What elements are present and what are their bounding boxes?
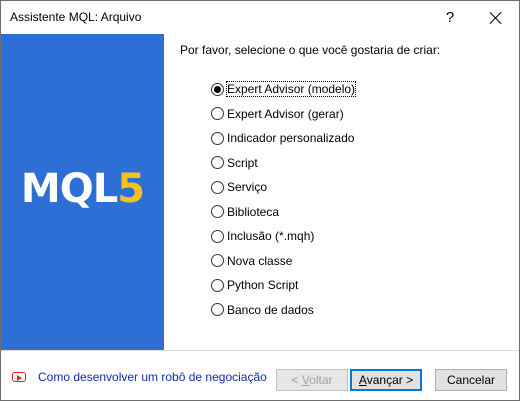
youtube-play-icon [12, 372, 26, 382]
logo-text: MQL [20, 166, 118, 212]
tutorial-link[interactable]: Como desenvolver um robô de negociação [12, 370, 267, 384]
wizard-content: Por favor, selecione o que você gostaria… [164, 34, 519, 350]
help-icon: ? [445, 9, 455, 26]
mql5-banner: MQL 5 [1, 34, 164, 350]
option-new-class[interactable]: Nova classe [211, 252, 411, 270]
next-button-label: Avançar > [359, 373, 413, 387]
next-mnemonic: A [358, 373, 367, 387]
option-label: Banco de dados [227, 302, 314, 317]
radio-button[interactable] [211, 205, 224, 218]
back-button[interactable]: < Voltar [276, 369, 348, 391]
radio-button[interactable] [211, 180, 224, 194]
close-icon [490, 12, 502, 24]
cancel-button-label: Cancelar [446, 373, 496, 387]
next-suffix: vançar > [366, 373, 414, 387]
option-label: Expert Advisor (gerar) [227, 106, 344, 121]
mql5-logo: MQL 5 [20, 166, 145, 212]
radio-button[interactable] [211, 229, 224, 243]
option-label: Inclusão (*.mqh) [227, 229, 315, 243]
option-label: Expert Advisor (modelo) [225, 81, 357, 97]
radio-button[interactable] [211, 278, 224, 292]
option-label: Serviço [227, 180, 268, 194]
option-label: Nova classe [227, 253, 293, 268]
footer-divider [1, 350, 519, 351]
option-database[interactable]: Banco de dados [211, 301, 411, 319]
radio-button-selected[interactable] [211, 82, 224, 96]
next-button[interactable]: Avançar > [350, 369, 422, 391]
option-python-script[interactable]: Python Script [211, 276, 411, 294]
option-expert-advisor-generate[interactable]: Expert Advisor (gerar) [211, 105, 411, 123]
option-service[interactable]: Serviço [211, 178, 411, 196]
mql-wizard-dialog: Assistente MQL: Arquivo ? MQL 5 Por favor… [0, 0, 520, 401]
radio-button[interactable] [211, 156, 224, 169]
title-bar[interactable]: Assistente MQL: Arquivo ? [1, 1, 519, 34]
option-expert-advisor-template[interactable]: Expert Advisor (modelo) [211, 80, 411, 98]
radio-button[interactable] [211, 254, 224, 267]
radio-button[interactable] [211, 131, 224, 145]
option-script[interactable]: Script [211, 154, 411, 172]
option-library[interactable]: Biblioteca [211, 203, 411, 221]
window-title: Assistente MQL: Arquivo [10, 10, 142, 24]
prompt-text: Por favor, selecione o que você gostaria… [180, 43, 441, 57]
option-include-file[interactable]: Inclusão (*.mqh) [211, 227, 411, 245]
cancel-button[interactable]: Cancelar [435, 369, 507, 391]
back-button-label: < Voltar [291, 373, 332, 387]
radio-button[interactable] [211, 107, 224, 120]
option-label: Python Script [227, 278, 299, 292]
radio-button[interactable] [211, 303, 224, 316]
close-button[interactable] [473, 1, 519, 34]
option-custom-indicator[interactable]: Indicador personalizado [211, 129, 411, 147]
logo-number: 5 [117, 166, 145, 212]
back-suffix: oltar [309, 373, 333, 387]
back-prefix: < [291, 373, 302, 387]
tutorial-link-text[interactable]: Como desenvolver um robô de negociação [38, 370, 267, 384]
option-label: Indicador personalizado [227, 131, 355, 145]
option-label: Script [227, 155, 258, 170]
option-label: Biblioteca [227, 204, 280, 219]
help-button[interactable]: ? [427, 1, 473, 34]
